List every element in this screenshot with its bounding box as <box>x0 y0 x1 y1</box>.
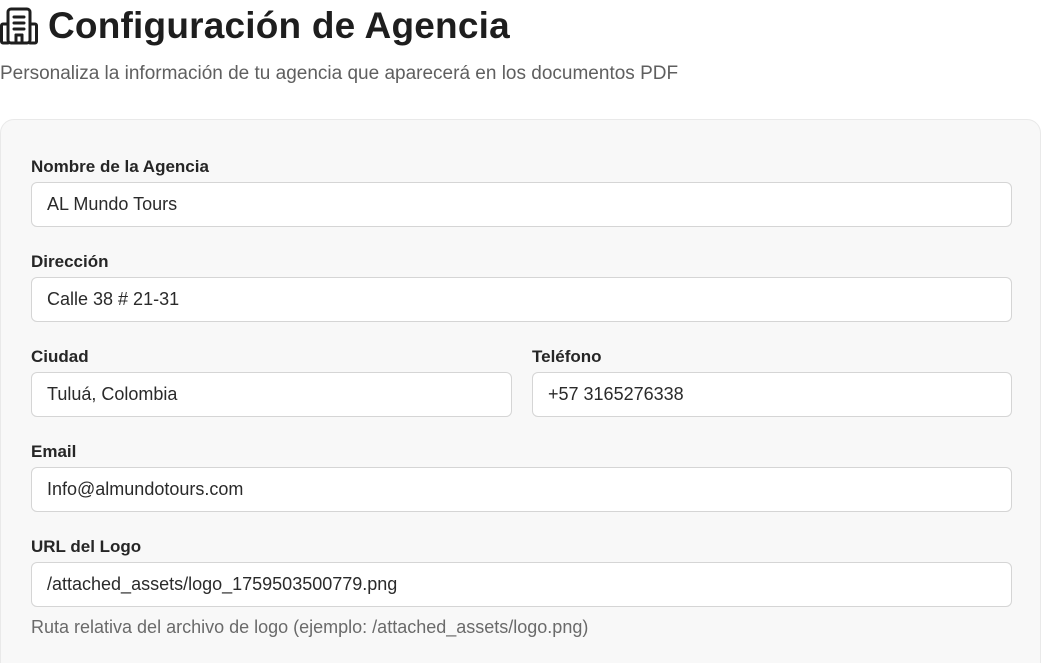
agency-name-field: Nombre de la Agencia AL Mundo Tours <box>31 156 1012 228</box>
address-field: Dirección Calle 38 # 21-31 <box>31 251 1012 323</box>
phone-label: Teléfono <box>532 347 602 366</box>
logo-url-hint: Ruta relativa del archivo de logo (ejemp… <box>31 617 589 637</box>
page-subtitle: Personaliza la información de tu agencia… <box>0 63 679 84</box>
address-label: Dirección <box>31 252 109 271</box>
logo-url-label: URL del Logo <box>31 537 142 556</box>
agency-name-label: Nombre de la Agencia <box>31 157 209 176</box>
logo-url-field: URL del Logo /attached_assets/logo_17595… <box>31 536 1012 640</box>
page-header: Configuración de Agencia <box>0 4 510 48</box>
phone-input[interactable]: +57 3165276338 <box>532 372 1012 417</box>
logo-url-input[interactable]: /attached_assets/logo_1759503500779.png <box>31 562 1012 607</box>
building-icon <box>0 6 40 46</box>
settings-form-card: Nombre de la Agencia AL Mundo Tours Dire… <box>0 119 1041 663</box>
city-field: Ciudad Tuluá, Colombia <box>31 346 512 418</box>
agency-name-input[interactable]: AL Mundo Tours <box>31 182 1012 227</box>
city-input[interactable]: Tuluá, Colombia <box>31 372 512 417</box>
email-field: Email Info@almundotours.com <box>31 441 1012 513</box>
agency-settings-page: Configuración de Agencia Personaliza la … <box>0 0 1052 663</box>
phone-field: Teléfono +57 3165276338 <box>532 346 1012 418</box>
email-label: Email <box>31 442 77 461</box>
address-input[interactable]: Calle 38 # 21-31 <box>31 277 1012 322</box>
city-label: Ciudad <box>31 347 89 366</box>
email-input[interactable]: Info@almundotours.com <box>31 467 1012 512</box>
page-title: Configuración de Agencia <box>48 5 510 46</box>
